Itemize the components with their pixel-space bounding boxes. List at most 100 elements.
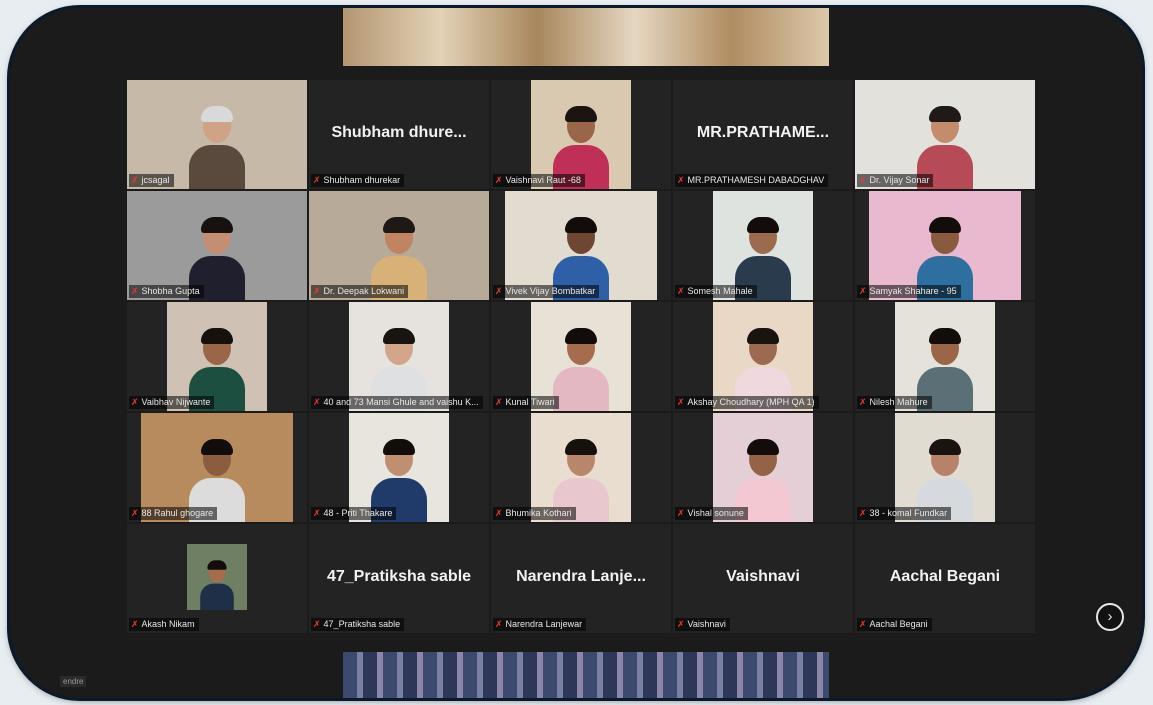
participant-video bbox=[713, 302, 813, 411]
participant-name-label: ✗ 88 Rahul ghogare bbox=[129, 507, 218, 520]
next-page-button[interactable]: › bbox=[1096, 603, 1124, 631]
participant-tile[interactable]: ✗ Vaishnavi Raut -68 bbox=[491, 80, 671, 189]
participant-name-text: Vaishnavi Raut -68 bbox=[505, 175, 581, 185]
participant-name-label: ✗ MR.PRATHAMESH DABADGHAV bbox=[675, 174, 829, 187]
participant-name-text: Kunal Tiwari bbox=[505, 397, 555, 407]
participant-name-label: ✗ Samyak Shahare - 95 bbox=[857, 285, 961, 298]
muted-mic-icon: ✗ bbox=[859, 508, 867, 518]
participant-name-text: Vaishnavi bbox=[687, 619, 726, 629]
muted-mic-icon: ✗ bbox=[131, 397, 139, 407]
shared-background-top bbox=[343, 8, 829, 66]
participant-video bbox=[531, 80, 631, 189]
participant-video bbox=[167, 302, 267, 411]
muted-mic-icon: ✗ bbox=[313, 508, 321, 518]
participant-tile[interactable]: ✗ 40 and 73 Mansi Ghule and vaishu K... bbox=[309, 302, 489, 411]
participant-tile[interactable]: Narendra Lanje... ✗ Narendra Lanjewar bbox=[491, 524, 671, 633]
participant-tile[interactable]: MR.PRATHAME... ✗ MR.PRATHAMESH DABADGHAV bbox=[673, 80, 853, 189]
participant-tile[interactable]: ✗ Shobha Gupta bbox=[127, 191, 307, 300]
participant-gallery: ✗ jcsagal Shubham dhure... ✗ Shubham dhureka… bbox=[127, 80, 1035, 633]
participant-tile[interactable]: Vaishnavi ✗ Vaishnavi bbox=[673, 524, 853, 633]
participant-name-label: ✗ Akshay Choudhary (MPH QA 1) bbox=[675, 396, 819, 409]
participant-name-label: ✗ Narendra Lanjewar bbox=[493, 618, 587, 631]
participant-tile[interactable]: ✗ 88 Rahul ghogare bbox=[127, 413, 307, 522]
muted-mic-icon: ✗ bbox=[859, 175, 867, 185]
participant-video bbox=[895, 302, 995, 411]
participant-name-text: Akshay Choudhary (MPH QA 1) bbox=[687, 397, 815, 407]
participant-name-label: ✗ Bhumika Kothari bbox=[493, 507, 576, 520]
participant-name-label: ✗ jcsagal bbox=[129, 174, 174, 187]
participant-tile[interactable]: ✗ Somesh Mahale bbox=[673, 191, 853, 300]
muted-mic-icon: ✗ bbox=[131, 286, 139, 296]
muted-mic-icon: ✗ bbox=[495, 508, 503, 518]
participant-name-text: 88 Rahul ghogare bbox=[141, 508, 214, 518]
participant-tile[interactable]: ✗ Dr. Deepak Lokwani bbox=[309, 191, 489, 300]
participant-video bbox=[349, 413, 449, 522]
participant-video bbox=[505, 191, 657, 300]
participant-name-text: Vaibhav Nijwante bbox=[141, 397, 211, 407]
participant-tile[interactable]: ✗ Nilesh Mahure bbox=[855, 302, 1035, 411]
participant-video bbox=[713, 191, 813, 300]
muted-mic-icon: ✗ bbox=[495, 619, 503, 629]
meeting-window: ✗ jcsagal Shubham dhure... ✗ Shubham dhureka… bbox=[10, 8, 1142, 698]
participant-name-label: ✗ Vaibhav Nijwante bbox=[129, 396, 215, 409]
participant-avatar bbox=[553, 328, 609, 411]
participant-name-text: 38 - komal Fundkar bbox=[869, 508, 948, 518]
participant-name-text: Dr. Vijay Sonar bbox=[869, 175, 930, 185]
participant-name-text: 40 and 73 Mansi Ghule and vaishu K... bbox=[323, 397, 479, 407]
participant-tile[interactable]: ✗ Vaibhav Nijwante bbox=[127, 302, 307, 411]
participant-display-name: Shubham dhure... bbox=[331, 124, 467, 141]
participant-tile[interactable]: ✗ Akshay Choudhary (MPH QA 1) bbox=[673, 302, 853, 411]
participant-name-label: ✗ Somesh Mahale bbox=[675, 285, 757, 298]
participant-name-label: ✗ Dr. Deepak Lokwani bbox=[311, 285, 409, 298]
participant-display-name: Vaishnavi bbox=[726, 568, 800, 585]
participant-name-label: ✗ 48 - Priti Thakare bbox=[311, 507, 397, 520]
participant-tile[interactable]: ✗ Akash Nikam bbox=[127, 524, 307, 633]
participant-tile[interactable]: Shubham dhure... ✗ Shubham dhurekar bbox=[309, 80, 489, 189]
participant-name-text: Narendra Lanjewar bbox=[505, 619, 583, 629]
participant-tile[interactable]: ✗ Dr. Vijay Sonar bbox=[855, 80, 1035, 189]
muted-mic-icon: ✗ bbox=[677, 175, 685, 185]
participant-tile[interactable]: ✗ Samyak Shahare - 95 bbox=[855, 191, 1035, 300]
participant-display-name: MR.PRATHAME... bbox=[696, 124, 830, 141]
participant-tile[interactable]: ✗ Vivek Vijay Bombatkar bbox=[491, 191, 671, 300]
participant-tile[interactable]: ✗ Kunal Tiwari bbox=[491, 302, 671, 411]
participant-tile[interactable]: ✗ 48 - Priti Thakare bbox=[309, 413, 489, 522]
participant-tile[interactable]: ✗ 38 - komal Fundkar bbox=[855, 413, 1035, 522]
participant-name-label: ✗ 38 - komal Fundkar bbox=[857, 507, 952, 520]
muted-mic-icon: ✗ bbox=[677, 508, 685, 518]
muted-mic-icon: ✗ bbox=[677, 619, 685, 629]
muted-mic-icon: ✗ bbox=[495, 397, 503, 407]
muted-mic-icon: ✗ bbox=[313, 619, 321, 629]
participant-video bbox=[531, 302, 631, 411]
participant-display-name: 47_Pratiksha sable bbox=[326, 568, 472, 585]
participant-name-label: ✗ Nilesh Mahure bbox=[857, 396, 932, 409]
participant-name-text: Vishal sonune bbox=[687, 508, 744, 518]
participant-name-text: jcsagal bbox=[141, 175, 170, 185]
participant-name-label: ✗ 40 and 73 Mansi Ghule and vaishu K... bbox=[311, 396, 483, 409]
participant-name-text: Shobha Gupta bbox=[141, 286, 200, 296]
muted-mic-icon: ✗ bbox=[495, 286, 503, 296]
muted-mic-icon: ✗ bbox=[131, 508, 139, 518]
participant-tile[interactable]: ✗ Vishal sonune bbox=[673, 413, 853, 522]
participant-avatar bbox=[200, 560, 234, 610]
participant-video bbox=[349, 302, 449, 411]
muted-mic-icon: ✗ bbox=[859, 619, 867, 629]
participant-name-text: Vivek Vijay Bombatkar bbox=[505, 286, 596, 296]
participant-name-text: Aachal Begani bbox=[869, 619, 928, 629]
participant-video bbox=[187, 544, 247, 610]
participant-tile[interactable]: 47_Pratiksha sable ✗ 47_Pratiksha sable bbox=[309, 524, 489, 633]
participant-name-text: 47_Pratiksha sable bbox=[323, 619, 401, 629]
participant-name-text: 48 - Priti Thakare bbox=[323, 508, 393, 518]
participant-tile[interactable]: ✗ jcsagal bbox=[127, 80, 307, 189]
participant-name-label: ✗ Vaishnavi bbox=[675, 618, 730, 631]
participant-display-name: Narendra Lanje... bbox=[516, 568, 646, 585]
participant-video bbox=[531, 413, 631, 522]
participant-name-text: Somesh Mahale bbox=[687, 286, 753, 296]
participant-tile[interactable]: Aachal Begani ✗ Aachal Begani bbox=[855, 524, 1035, 633]
participant-video bbox=[855, 80, 1035, 189]
participant-video bbox=[869, 191, 1021, 300]
participant-name-text: Akash Nikam bbox=[141, 619, 195, 629]
muted-mic-icon: ✗ bbox=[677, 286, 685, 296]
muted-mic-icon: ✗ bbox=[313, 286, 321, 296]
participant-tile[interactable]: ✗ Bhumika Kothari bbox=[491, 413, 671, 522]
